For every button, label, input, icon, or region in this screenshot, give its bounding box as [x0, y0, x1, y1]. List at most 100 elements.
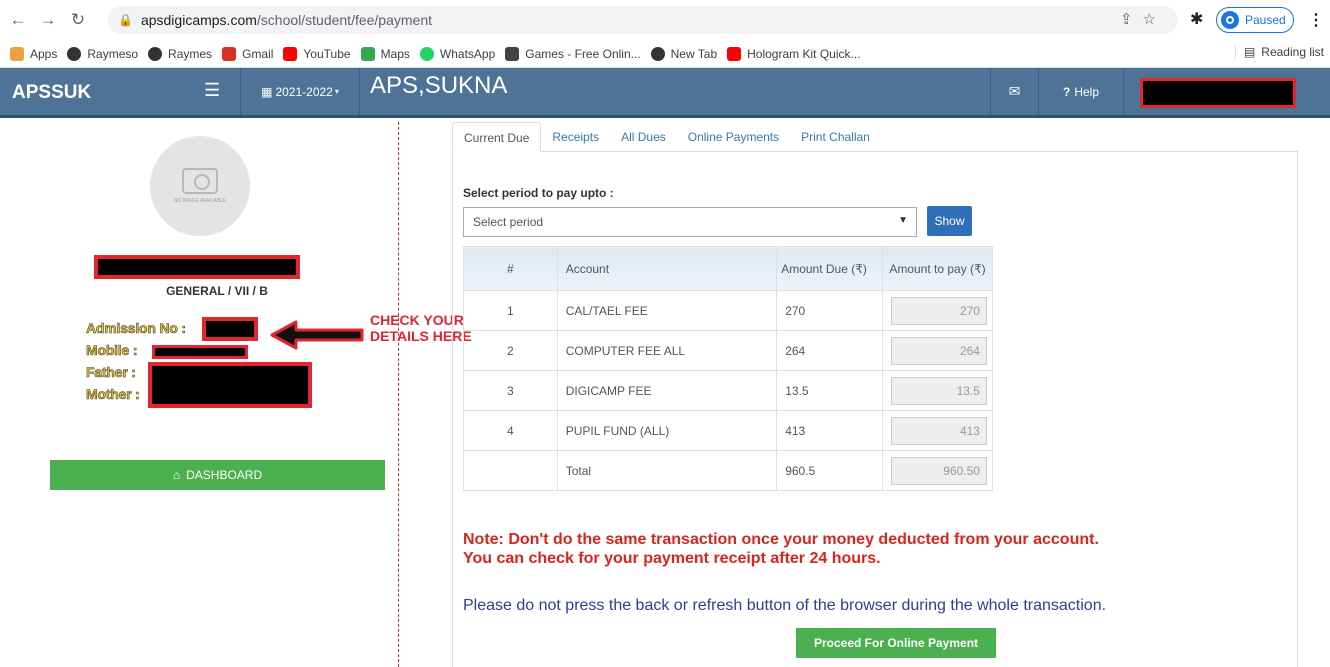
youtube-icon: [283, 46, 298, 61]
row-pay-cell: 264: [881, 330, 994, 371]
row-pay-cell: 270: [881, 290, 994, 331]
tab-online-payments[interactable]: Online Payments: [677, 122, 790, 152]
hamburger-icon[interactable]: ☰: [204, 80, 220, 101]
row-account: DIGICAMP FEE: [556, 370, 778, 411]
dashboard-button[interactable]: ⌂ DASHBOARD: [50, 460, 385, 490]
url-path: /school/student/fee/payment: [256, 12, 432, 28]
row-number: 4: [463, 410, 558, 451]
bookmark-youtube[interactable]: YouTube: [283, 46, 351, 61]
class-section: GENERAL / VII / B: [166, 284, 268, 298]
bookmark-gmail[interactable]: Gmail: [222, 46, 273, 61]
home-icon: ⌂: [172, 468, 181, 482]
youtube-icon: [727, 46, 742, 61]
address-bar[interactable]: 🔒 apsdigicamps.com /school/student/fee/p…: [108, 6, 1178, 34]
amount-to-pay-input[interactable]: 264: [890, 336, 987, 365]
col-account: Account: [556, 246, 778, 291]
period-select[interactable]: Select period ▼: [463, 207, 917, 237]
row-number: 3: [463, 370, 558, 411]
tab-receipts[interactable]: Receipts: [541, 122, 610, 152]
show-button[interactable]: Show: [927, 206, 972, 236]
user-menu-redacted[interactable]: [1140, 78, 1296, 108]
url-host: apsdigicamps.com: [140, 12, 257, 28]
profile-button[interactable]: Paused: [1216, 7, 1294, 33]
academic-year: 2021-2022: [275, 84, 333, 99]
no-image-text: NO IMAGE AVAILABLE: [173, 198, 227, 204]
col-number: #: [463, 246, 558, 291]
period-label: Select period to pay upto :: [463, 186, 614, 200]
amount-to-pay-input[interactable]: 413: [890, 416, 987, 445]
share-star-icons[interactable]: ⇪☆: [1120, 10, 1166, 28]
academic-year-dropdown[interactable]: ▦ 2021-2022 ▾: [240, 68, 360, 115]
amount-to-pay-input[interactable]: 270: [890, 296, 987, 325]
brand-logo[interactable]: APSSUK: [12, 82, 91, 104]
sidebar-divider: [398, 122, 399, 667]
bookmark-new-tab[interactable]: New Tab: [650, 46, 717, 61]
table-row: 2 COMPUTER FEE ALL 264 264: [463, 330, 994, 371]
bookmark-raymes[interactable]: Raymes: [148, 46, 212, 61]
admission-label: Admission No :: [86, 320, 187, 337]
apps-grid-icon: [10, 46, 24, 61]
amount-to-pay-input[interactable]: 13.5: [890, 376, 987, 405]
row-pay-cell: 13.5: [881, 370, 994, 411]
row-account: PUPIL FUND (ALL): [556, 410, 778, 451]
total-label: Total: [556, 450, 778, 491]
father-label: Father :: [86, 364, 137, 381]
extensions-icon[interactable]: ✱: [1190, 9, 1203, 29]
note-line-2: You can check for your payment receipt a…: [463, 550, 881, 567]
camera-icon: [182, 168, 218, 194]
refresh-warning: Please do not press the back or refresh …: [463, 597, 1107, 614]
payment-note: Note: Don't do the same transaction once…: [463, 530, 1099, 568]
tab-all-dues[interactable]: All Dues: [610, 122, 677, 152]
back-arrow-icon[interactable]: ←: [6, 8, 30, 32]
profile-status: Paused: [1245, 13, 1286, 27]
lock-icon: 🔒: [118, 13, 133, 27]
reading-list-button[interactable]: ▤ Reading list: [1234, 45, 1324, 59]
menu-kebab-icon[interactable]: ⋮: [1308, 10, 1324, 30]
red-arrow-icon: [270, 320, 364, 350]
tab-current-due[interactable]: Current Due: [452, 122, 542, 152]
mobile-redacted: [152, 345, 248, 359]
total-to-pay-input: 960.50: [890, 456, 987, 485]
profile-avatar-icon: [1221, 11, 1239, 29]
bookmark-games[interactable]: Games - Free Onlin...: [505, 46, 641, 61]
total-amount-due: 960.5: [776, 450, 883, 491]
help-icon: ?: [1062, 84, 1071, 99]
proceed-payment-button[interactable]: Proceed For Online Payment: [796, 628, 996, 658]
admission-no-redacted: [202, 317, 258, 341]
calendar-icon: ▦: [261, 84, 273, 99]
table-row: 3 DIGICAMP FEE 13.5 13.5: [463, 370, 994, 411]
row-amount-due: 264: [776, 330, 883, 371]
bookmark-whatsapp[interactable]: WhatsApp: [419, 46, 495, 61]
bookmark-hologram[interactable]: Hologram Kit Quick...: [727, 46, 861, 61]
table-row: 1 CAL/TAEL FEE 270 270: [463, 290, 994, 331]
forward-arrow-icon[interactable]: →: [36, 8, 60, 32]
row-account: CAL/TAEL FEE: [556, 290, 778, 331]
student-photo: NO IMAGE AVAILABLE: [150, 136, 250, 236]
row-amount-due: 13.5: [776, 370, 883, 411]
help-label: Help: [1074, 84, 1100, 99]
table-header-row: # Account Amount Due (₹) Amount to pay (…: [463, 246, 994, 291]
student-name-redacted: [94, 255, 300, 279]
bookmarks-bar: Apps Raymeso Raymes Gmail YouTube Maps W…: [0, 40, 1330, 68]
row-number: 2: [463, 330, 558, 371]
parents-redacted: [148, 362, 312, 408]
table-row: 4 PUPIL FUND (ALL) 413 413: [463, 410, 994, 451]
globe-icon: [148, 46, 163, 61]
row-amount-due: 270: [776, 290, 883, 331]
bookmark-raymeso[interactable]: Raymeso: [67, 46, 138, 61]
bookmark-maps[interactable]: Maps: [360, 46, 410, 61]
reading-list-icon: ▤: [1243, 45, 1256, 59]
maps-icon: [360, 46, 375, 61]
bookmark-apps[interactable]: Apps: [10, 46, 57, 61]
tab-print-challan[interactable]: Print Challan: [790, 122, 881, 152]
whatsapp-icon: [419, 46, 434, 61]
reload-icon[interactable]: ↻: [66, 8, 90, 32]
help-button[interactable]: ? Help: [1038, 68, 1124, 115]
dashboard-label: DASHBOARD: [186, 468, 263, 482]
col-amount-due: Amount Due (₹): [776, 246, 883, 291]
row-account: COMPUTER FEE ALL: [556, 330, 778, 371]
note-line-1: Note: Don't do the same transaction once…: [463, 531, 1099, 548]
mail-icon[interactable]: ✉: [990, 68, 1038, 115]
school-name: APS,SUKNA: [370, 72, 508, 99]
mobile-label: Mobile :: [86, 342, 138, 359]
